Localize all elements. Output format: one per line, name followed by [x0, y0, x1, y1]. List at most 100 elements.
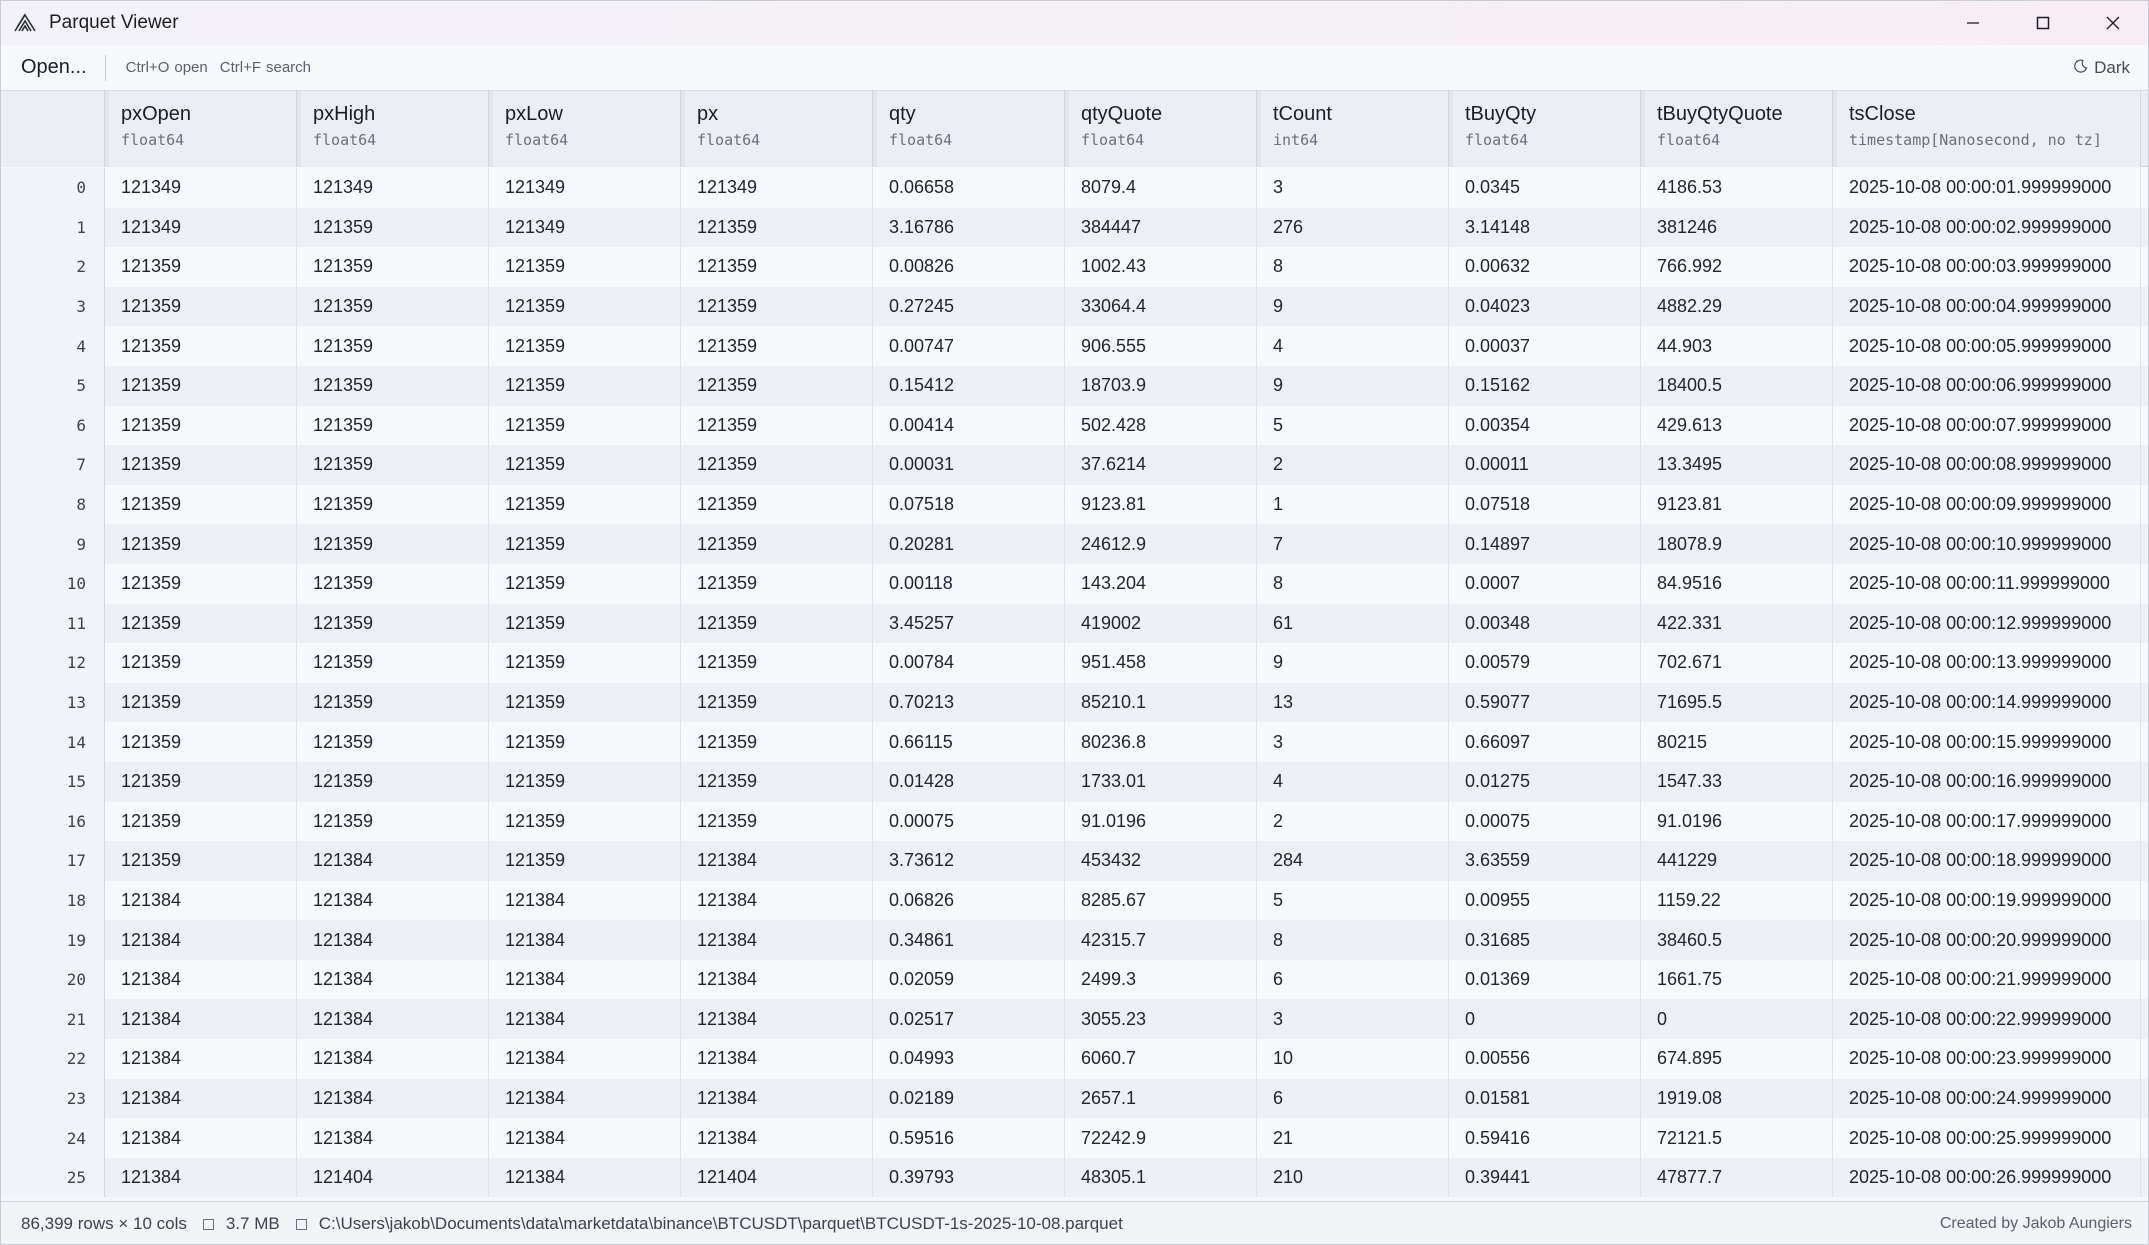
table-cell[interactable]: 0.70213 [877, 682, 1065, 723]
table-cell[interactable]: 18078.9 [1645, 524, 1833, 564]
column-header-tBuyQty[interactable]: tBuyQty float64 [1449, 91, 1641, 167]
table-cell[interactable]: 0.01275 [1453, 761, 1641, 802]
table-cell[interactable]: 0.01581 [1453, 1078, 1641, 1119]
table-cell[interactable]: 24612.9 [1069, 524, 1257, 564]
table-cell[interactable]: 9123.81 [1645, 484, 1833, 525]
table-cell[interactable]: 0.01428 [877, 761, 1065, 802]
table-row[interactable]: 25 121384 121404 121384 121404 0.39793 48305.1… [1, 1157, 2148, 1198]
table-cell[interactable]: 121384 [493, 880, 681, 921]
table-cell[interactable]: 121384 [109, 1078, 297, 1119]
table-cell[interactable]: 13 [1261, 682, 1449, 723]
table-row[interactable]: 16 121359 121359 121359 121359 0.00075 91.0196… [1, 801, 2148, 842]
table-cell[interactable]: 121359 [109, 722, 297, 762]
column-header-pxOpen[interactable]: pxOpen float64 [105, 91, 297, 167]
table-cell[interactable]: 0.04993 [877, 1039, 1065, 1079]
table-row[interactable]: 13 121359 121359 121359 121359 0.70213 85210.1… [1, 682, 2148, 723]
table-row[interactable]: 3 121359 121359 121359 121359 0.27245 33064.4 9… [1, 286, 2148, 327]
table-cell[interactable]: 502.428 [1069, 405, 1257, 446]
table-cell[interactable]: 3055.23 [1069, 999, 1257, 1040]
table-cell[interactable]: 2025-10-08 00:00:23.999999000 [1837, 1039, 2141, 1079]
table-cell[interactable]: 0.00826 [877, 247, 1065, 287]
table-cell[interactable]: 121359 [301, 761, 489, 802]
table-cell[interactable]: 121359 [109, 365, 297, 406]
table-cell[interactable]: 121359 [301, 405, 489, 446]
table-row[interactable]: 12 121359 121359 121359 121359 0.00784 951.458… [1, 643, 2148, 683]
table-cell[interactable]: 121359 [301, 682, 489, 723]
table-cell[interactable]: 121359 [493, 286, 681, 327]
table-cell[interactable]: 121384 [493, 959, 681, 1000]
table-cell[interactable]: 4186.53 [1645, 168, 1833, 208]
table-cell[interactable]: 0.66097 [1453, 722, 1641, 762]
table-cell[interactable]: 121359 [301, 365, 489, 406]
table-cell[interactable]: 121349 [685, 168, 873, 208]
table-cell[interactable]: 121384 [685, 841, 873, 881]
table-cell[interactable]: 0.39793 [877, 1157, 1065, 1198]
table-cell[interactable]: 121359 [109, 761, 297, 802]
table-cell[interactable]: 121359 [493, 722, 681, 762]
table-cell[interactable]: 91.0196 [1069, 801, 1257, 842]
table-cell[interactable]: 2025-10-08 00:00:04.999999000 [1837, 286, 2141, 327]
table-cell[interactable]: 1547.33 [1645, 761, 1833, 802]
table-cell[interactable]: 0.66115 [877, 722, 1065, 762]
table-cell[interactable]: 121349 [301, 168, 489, 208]
table-cell[interactable]: 0.00747 [877, 326, 1065, 366]
table-cell[interactable]: 121359 [109, 563, 297, 604]
column-header-tCount[interactable]: tCount int64 [1257, 91, 1449, 167]
table-cell[interactable]: 37.6214 [1069, 445, 1257, 485]
close-button[interactable] [2078, 1, 2148, 45]
table-cell[interactable]: 9123.81 [1069, 484, 1257, 525]
table-cell[interactable]: 18400.5 [1645, 365, 1833, 406]
column-header-pxHigh[interactable]: pxHigh float64 [297, 91, 489, 167]
table-cell[interactable]: 121384 [109, 1118, 297, 1158]
table-cell[interactable]: 0.00556 [1453, 1039, 1641, 1079]
table-cell[interactable]: 0.00075 [1453, 801, 1641, 842]
table-cell[interactable]: 121359 [301, 722, 489, 762]
table-cell[interactable]: 84.9516 [1645, 563, 1833, 604]
table-cell[interactable]: 121359 [493, 643, 681, 683]
table-cell[interactable]: 143.204 [1069, 563, 1257, 604]
table-cell[interactable]: 121359 [685, 524, 873, 564]
table-cell[interactable]: 121359 [685, 207, 873, 248]
table-cell[interactable]: 0.34861 [877, 920, 1065, 960]
table-cell[interactable]: 121359 [493, 563, 681, 604]
table-cell[interactable]: 121359 [301, 603, 489, 644]
table-cell[interactable]: 0.02059 [877, 959, 1065, 1000]
table-cell[interactable]: 121359 [685, 247, 873, 287]
table-row[interactable]: 10 121359 121359 121359 121359 0.00118 143.204… [1, 563, 2148, 604]
column-header-qtyQuote[interactable]: qtyQuote float64 [1065, 91, 1257, 167]
table-cell[interactable]: 2 [1261, 801, 1449, 842]
table-cell[interactable]: 2025-10-08 00:00:06.999999000 [1837, 365, 2141, 406]
table-cell[interactable]: 121384 [301, 880, 489, 921]
table-cell[interactable]: 121359 [685, 326, 873, 366]
table-cell[interactable]: 121349 [493, 168, 681, 208]
table-cell[interactable]: 2025-10-08 00:00:21.999999000 [1837, 959, 2141, 1000]
table-row[interactable]: 21 121384 121384 121384 121384 0.02517 3055.23… [1, 999, 2148, 1040]
table-cell[interactable]: 2025-10-08 00:00:07.999999000 [1837, 405, 2141, 446]
table-cell[interactable]: 2657.1 [1069, 1078, 1257, 1119]
table-cell[interactable]: 2025-10-08 00:00:15.999999000 [1837, 722, 2141, 762]
minimize-button[interactable] [1938, 1, 2008, 45]
table-cell[interactable]: 2025-10-08 00:00:10.999999000 [1837, 524, 2141, 564]
table-cell[interactable]: 42315.7 [1069, 920, 1257, 960]
table-row[interactable]: 9 121359 121359 121359 121359 0.20281 24612.9 7… [1, 524, 2148, 564]
table-cell[interactable]: 422.331 [1645, 603, 1833, 644]
table-cell[interactable]: 2025-10-08 00:00:12.999999000 [1837, 603, 2141, 644]
table-cell[interactable]: 13.3495 [1645, 445, 1833, 485]
table-cell[interactable]: 121349 [493, 207, 681, 248]
table-cell[interactable]: 121359 [493, 524, 681, 564]
table-cell[interactable]: 80215 [1645, 722, 1833, 762]
table-cell[interactable]: 121359 [685, 682, 873, 723]
table-cell[interactable]: 2025-10-08 00:00:22.999999000 [1837, 999, 2141, 1040]
table-cell[interactable]: 121384 [301, 1118, 489, 1158]
table-cell[interactable]: 0.07518 [1453, 484, 1641, 525]
table-cell[interactable]: 121359 [685, 445, 873, 485]
table-cell[interactable]: 121349 [109, 207, 297, 248]
table-cell[interactable]: 121359 [685, 405, 873, 446]
table-row[interactable]: 6 121359 121359 121359 121359 0.00414 502.428 5… [1, 405, 2148, 446]
title-bar[interactable]: Parquet Viewer [1, 1, 2148, 45]
table-cell[interactable]: 951.458 [1069, 643, 1257, 683]
table-cell[interactable]: 0.00037 [1453, 326, 1641, 366]
table-cell[interactable]: 2025-10-08 00:00:11.999999000 [1837, 563, 2141, 604]
table-cell[interactable]: 121384 [109, 920, 297, 960]
table-cell[interactable]: 0 [1453, 999, 1641, 1040]
